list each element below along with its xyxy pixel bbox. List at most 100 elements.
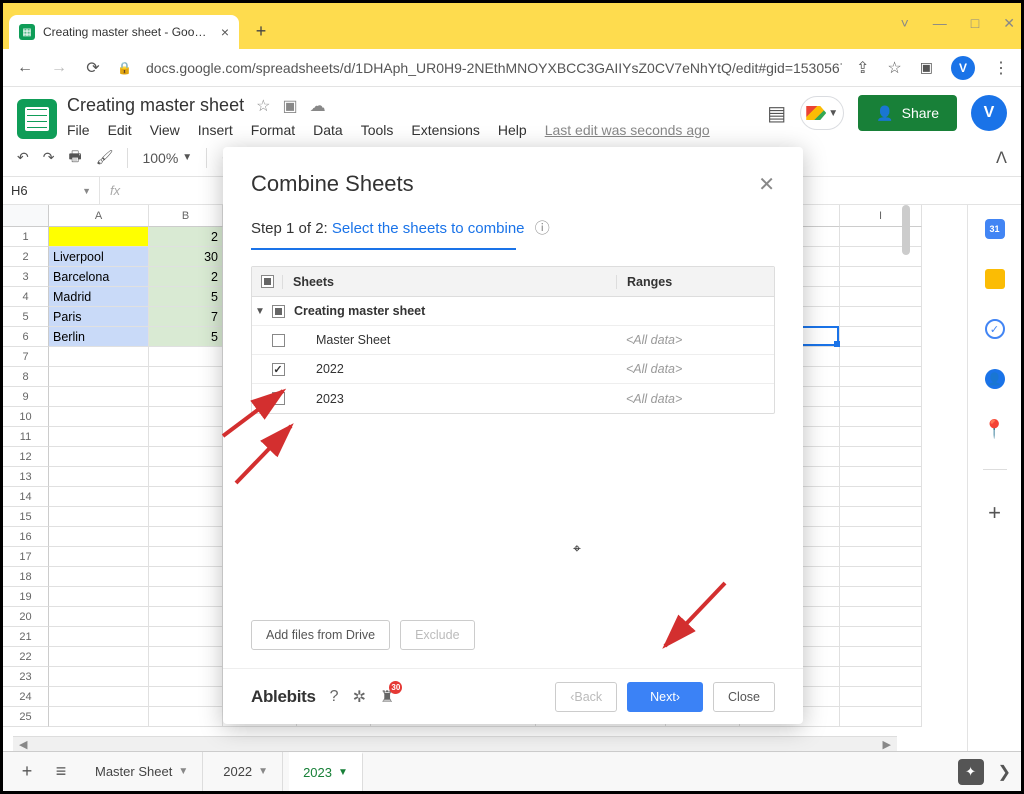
explore-button[interactable] xyxy=(958,759,984,785)
dialog-close-icon[interactable]: ✕ xyxy=(758,172,775,197)
name-box[interactable]: H6▼ xyxy=(3,177,100,204)
cell[interactable] xyxy=(49,627,149,647)
cell[interactable]: Paris xyxy=(49,307,149,327)
info-icon[interactable]: ⓘ xyxy=(535,220,550,237)
help-icon[interactable]: ? xyxy=(330,688,339,706)
cell[interactable]: 5 xyxy=(149,287,223,307)
maps-icon[interactable]: 📍 xyxy=(985,419,1005,439)
last-edit-link[interactable]: Last edit was seconds ago xyxy=(545,122,710,138)
cell[interactable] xyxy=(149,347,223,367)
row-header[interactable]: 12 xyxy=(3,447,49,467)
sheet-row-2023[interactable]: 2023 <All data> xyxy=(252,384,774,413)
row-header[interactable]: 16 xyxy=(3,527,49,547)
move-folder-icon[interactable]: ▣ xyxy=(282,96,297,116)
print-icon[interactable]: 🖶 xyxy=(68,146,81,170)
menu-extensions[interactable]: Extensions xyxy=(411,122,479,138)
row-header[interactable]: 4 xyxy=(3,287,49,307)
row-header[interactable]: 6 xyxy=(3,327,49,347)
horizontal-scrollbar[interactable]: ◀▶ xyxy=(13,736,897,751)
row-header[interactable]: 7 xyxy=(3,347,49,367)
url-text[interactable]: docs.google.com/spreadsheets/d/1DHAph_UR… xyxy=(146,60,842,76)
row-header[interactable]: 11 xyxy=(3,427,49,447)
comments-icon[interactable]: ▤ xyxy=(767,101,786,126)
group-row[interactable]: ▼ Creating master sheet xyxy=(252,297,774,326)
side-panel-toggle-icon[interactable]: ❯ xyxy=(998,762,1011,782)
row-header[interactable]: 8 xyxy=(3,367,49,387)
cell[interactable] xyxy=(149,667,223,687)
cell[interactable] xyxy=(149,687,223,707)
calendar-icon[interactable]: 31 xyxy=(985,219,1005,239)
bookmark-icon[interactable]: ☆ xyxy=(887,58,901,78)
cell[interactable] xyxy=(49,407,149,427)
back-button[interactable]: ← xyxy=(15,59,35,77)
sheet-tab-master[interactable]: Master Sheet▼ xyxy=(81,752,203,791)
cell[interactable] xyxy=(49,647,149,667)
row-header[interactable]: 13 xyxy=(3,467,49,487)
row-header[interactable]: 19 xyxy=(3,587,49,607)
column-header[interactable]: B xyxy=(149,205,223,227)
cell[interactable] xyxy=(149,507,223,527)
row-header[interactable]: 2 xyxy=(3,247,49,267)
paint-format-icon[interactable]: 🖌 xyxy=(96,149,114,166)
menu-format[interactable]: Format xyxy=(251,122,295,138)
close-tab-icon[interactable]: × xyxy=(221,24,229,40)
feedback-icon[interactable]: ✲ xyxy=(353,687,366,707)
next-button[interactable]: Next › xyxy=(627,682,703,712)
menu-file[interactable]: File xyxy=(67,122,90,138)
close-button[interactable]: Close xyxy=(713,682,775,712)
checkbox-master[interactable] xyxy=(272,334,285,347)
menu-view[interactable]: View xyxy=(150,122,180,138)
cell[interactable] xyxy=(149,427,223,447)
row-header[interactable]: 22 xyxy=(3,647,49,667)
zoom-dropdown[interactable]: 100%▼ xyxy=(142,150,192,166)
vertical-scrollbar[interactable] xyxy=(902,205,910,255)
row-header[interactable]: 1 xyxy=(3,227,49,247)
cell[interactable] xyxy=(149,527,223,547)
menu-data[interactable]: Data xyxy=(313,122,343,138)
cell[interactable] xyxy=(49,427,149,447)
menu-edit[interactable]: Edit xyxy=(108,122,132,138)
menu-tools[interactable]: Tools xyxy=(361,122,394,138)
row-header[interactable]: 3 xyxy=(3,267,49,287)
browser-tab[interactable]: ▦ Creating master sheet - Google S × xyxy=(9,15,239,49)
chevron-down-icon[interactable]: ˅ xyxy=(901,15,909,31)
account-avatar[interactable]: V xyxy=(971,95,1007,131)
cell[interactable] xyxy=(49,547,149,567)
cell[interactable] xyxy=(149,387,223,407)
cell[interactable]: 5 xyxy=(149,327,223,347)
collapse-toolbar-icon[interactable]: ᐱ xyxy=(996,148,1007,168)
forward-button[interactable]: → xyxy=(49,59,69,77)
checkbox-2022[interactable] xyxy=(272,363,285,376)
minimize-icon[interactable]: — xyxy=(933,15,947,31)
document-title[interactable]: Creating master sheet xyxy=(67,95,244,116)
add-addon-icon[interactable]: + xyxy=(988,500,1001,526)
contacts-icon[interactable]: 👤 xyxy=(985,369,1005,389)
lock-icon[interactable]: 🔒 xyxy=(117,61,132,75)
share-button[interactable]: 👤 Share xyxy=(858,95,957,131)
select-all-checkbox[interactable] xyxy=(261,275,274,288)
expand-icon[interactable]: ▼ xyxy=(252,306,268,317)
cell[interactable] xyxy=(149,487,223,507)
kebab-menu-icon[interactable]: ⋮ xyxy=(993,58,1009,78)
row-header[interactable]: 20 xyxy=(3,607,49,627)
cell[interactable] xyxy=(49,387,149,407)
menu-insert[interactable]: Insert xyxy=(198,122,233,138)
sheet-row-2022[interactable]: 2022 <All data> xyxy=(252,355,774,384)
cell[interactable]: 2 xyxy=(149,267,223,287)
cell[interactable] xyxy=(149,647,223,667)
row-header[interactable]: 10 xyxy=(3,407,49,427)
cell[interactable] xyxy=(149,627,223,647)
cell[interactable] xyxy=(49,667,149,687)
select-all-corner[interactable] xyxy=(3,205,49,227)
cell[interactable] xyxy=(149,367,223,387)
cell[interactable] xyxy=(49,587,149,607)
tasks-icon[interactable]: ✓ xyxy=(985,319,1005,339)
maximize-icon[interactable]: □ xyxy=(971,15,979,31)
menu-help[interactable]: Help xyxy=(498,122,527,138)
meet-button[interactable]: ▼ xyxy=(800,96,844,130)
row-header[interactable]: 15 xyxy=(3,507,49,527)
profile-avatar[interactable]: V xyxy=(951,56,975,80)
all-sheets-button[interactable]: ≡ xyxy=(47,761,75,782)
cell[interactable] xyxy=(49,527,149,547)
notifications-icon[interactable]: ♜30 xyxy=(380,687,394,707)
